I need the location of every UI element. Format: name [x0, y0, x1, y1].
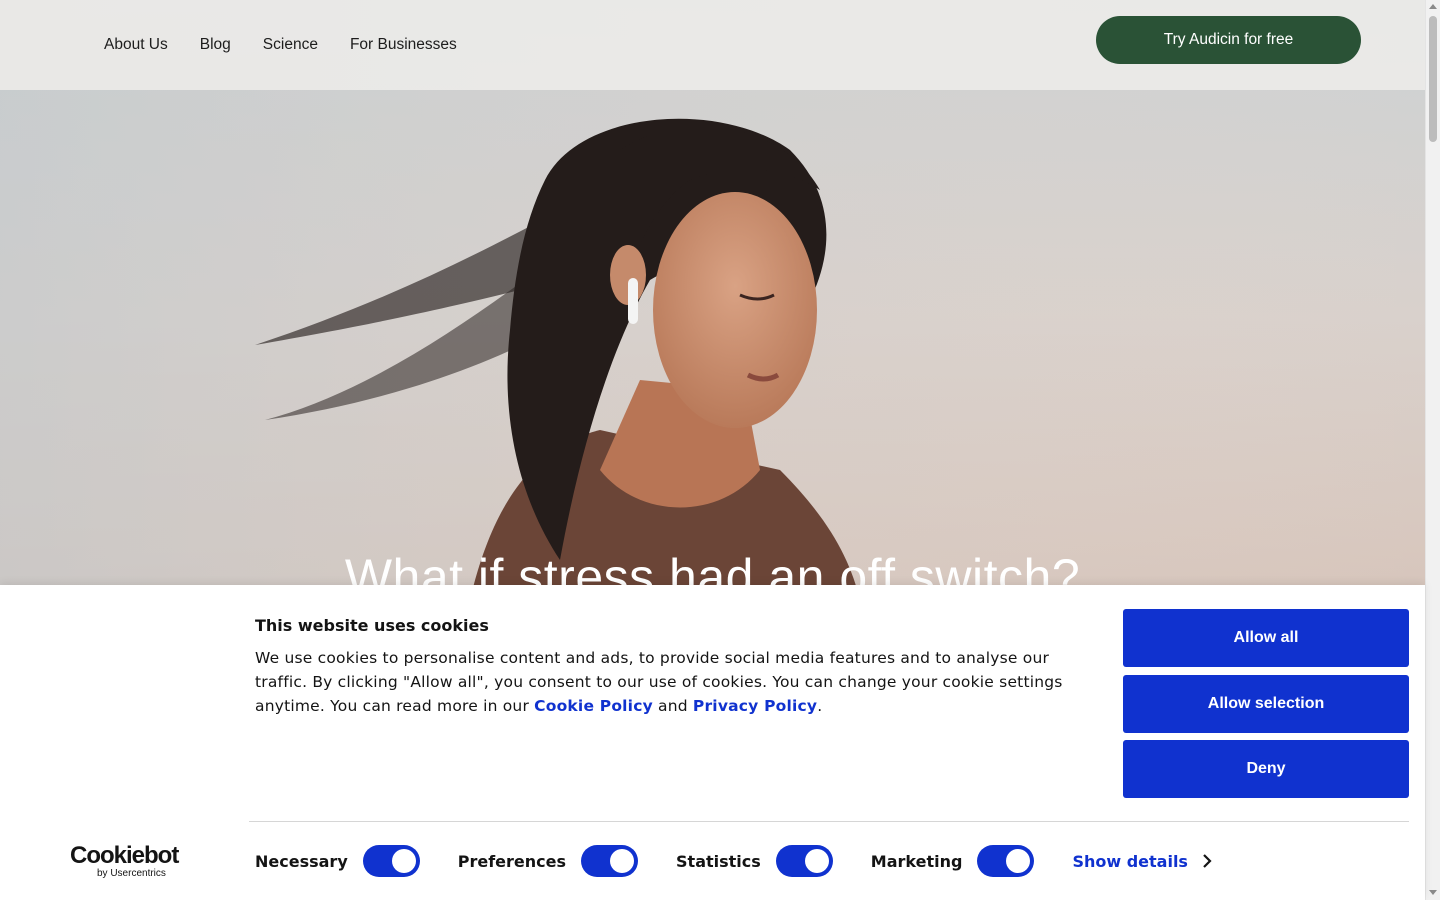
nav-link-for-businesses[interactable]: For Businesses [350, 36, 457, 54]
preferences-toggle[interactable] [581, 845, 639, 877]
cookie-banner: This website uses cookies We use cookies… [0, 585, 1425, 900]
page-scrollbar[interactable] [1425, 0, 1440, 900]
allow-all-button[interactable]: Allow all [1123, 609, 1409, 667]
toggle-knob [391, 849, 416, 873]
toggle-knob [1006, 849, 1031, 873]
scroll-down-arrow-icon[interactable] [1429, 890, 1437, 895]
chevron-right-icon [1203, 854, 1212, 868]
nav-link-about-us[interactable]: About Us [104, 36, 168, 54]
nav-link-science[interactable]: Science [263, 36, 318, 54]
cookie-text-end: . [817, 697, 823, 715]
nav-links: About Us Blog Science For Businesses [104, 36, 457, 54]
toggle-label-preferences: Preferences [457, 851, 567, 871]
cookiebot-logo: Cookiebot by Usercentrics [70, 842, 179, 880]
scrollbar-thumb[interactable] [1429, 16, 1437, 142]
cookie-banner-title: This website uses cookies [255, 616, 489, 635]
page: What if stress had an off switch? About … [0, 0, 1440, 900]
cookie-category-toggles: Necessary Preferences Statistics Marketi… [255, 844, 1212, 878]
toggle-group-marketing: Marketing [871, 845, 1035, 877]
cookie-banner-text: We use cookies to personalise content an… [255, 646, 1085, 718]
cookiebot-logo-name: Cookiebot [70, 842, 179, 869]
toggle-label-necessary: Necessary [255, 851, 348, 871]
allow-selection-button[interactable]: Allow selection [1123, 675, 1409, 733]
toggle-knob [804, 849, 829, 873]
cookie-banner-divider [249, 821, 1409, 822]
toggle-knob [610, 849, 635, 873]
statistics-toggle[interactable] [775, 845, 833, 877]
cookiebot-logo-sub: by Usercentrics [97, 868, 166, 879]
show-details-label: Show details [1072, 851, 1188, 871]
show-details-link[interactable]: Show details [1072, 852, 1212, 871]
nav-link-blog[interactable]: Blog [200, 36, 231, 54]
privacy-policy-link[interactable]: Privacy Policy [693, 697, 817, 715]
deny-button[interactable]: Deny [1123, 740, 1409, 798]
cookie-policy-link[interactable]: Cookie Policy [534, 697, 653, 715]
scroll-up-arrow-icon[interactable] [1429, 4, 1437, 9]
top-navigation: About Us Blog Science For Businesses Try… [0, 0, 1425, 90]
toggle-label-marketing: Marketing [870, 851, 963, 871]
toggle-group-statistics: Statistics [676, 845, 833, 877]
cookie-text-and: and [652, 697, 693, 715]
toggle-group-necessary: Necessary [255, 845, 420, 877]
necessary-toggle[interactable] [362, 845, 420, 877]
toggle-label-statistics: Statistics [676, 851, 761, 871]
try-free-button[interactable]: Try Audicin for free [1096, 16, 1361, 64]
toggle-group-preferences: Preferences [457, 845, 639, 877]
marketing-toggle[interactable] [977, 845, 1035, 877]
